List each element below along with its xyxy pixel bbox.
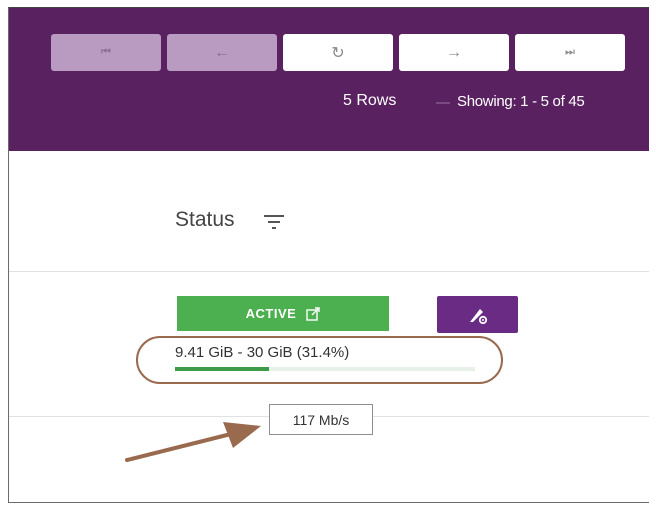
previous-page-icon: ← bbox=[214, 43, 230, 61]
last-page-icon: ⏭ bbox=[565, 46, 575, 58]
app-window: ⏮ ← ↻ → ⏭ 5 Rows Showing: 1 - 5 of 45 St… bbox=[8, 7, 649, 503]
rows-per-page-selector[interactable]: 5 Rows bbox=[343, 92, 396, 110]
first-page-icon: ⏮ bbox=[101, 46, 111, 58]
external-link-icon bbox=[306, 306, 321, 321]
data-usage-text: 9.41 GiB - 30 GiB (31.4%) bbox=[175, 344, 350, 361]
pagination-header: ⏮ ← ↻ → ⏭ 5 Rows Showing: 1 - 5 of 45 bbox=[9, 8, 649, 151]
annotation-arrow-icon bbox=[125, 422, 261, 462]
next-page-icon: → bbox=[446, 43, 462, 61]
separator bbox=[436, 102, 450, 104]
data-usage-progress-fill bbox=[175, 367, 270, 371]
next-page-button[interactable]: → bbox=[399, 34, 509, 71]
first-page-button[interactable]: ⏮ bbox=[51, 34, 161, 71]
speed-tooltip: 117 Mb/s bbox=[269, 404, 373, 435]
previous-page-button[interactable]: ← bbox=[167, 34, 277, 71]
status-badge[interactable]: ACTIVE bbox=[177, 296, 389, 331]
filter-icon[interactable] bbox=[263, 213, 285, 231]
edit-action-button[interactable] bbox=[437, 296, 518, 333]
edit-settings-icon bbox=[469, 308, 487, 324]
data-usage-progress-bar bbox=[175, 367, 475, 371]
refresh-icon: ↻ bbox=[331, 44, 345, 62]
refresh-button[interactable]: ↻ bbox=[283, 34, 393, 71]
status-column-header[interactable]: Status bbox=[175, 208, 235, 232]
status-label: ACTIVE bbox=[245, 306, 297, 321]
last-page-button[interactable]: ⏭ bbox=[515, 34, 625, 71]
speed-tooltip-text: 117 Mb/s bbox=[292, 411, 350, 428]
showing-count: Showing: 1 - 5 of 45 bbox=[457, 93, 585, 110]
row-divider bbox=[9, 271, 649, 272]
